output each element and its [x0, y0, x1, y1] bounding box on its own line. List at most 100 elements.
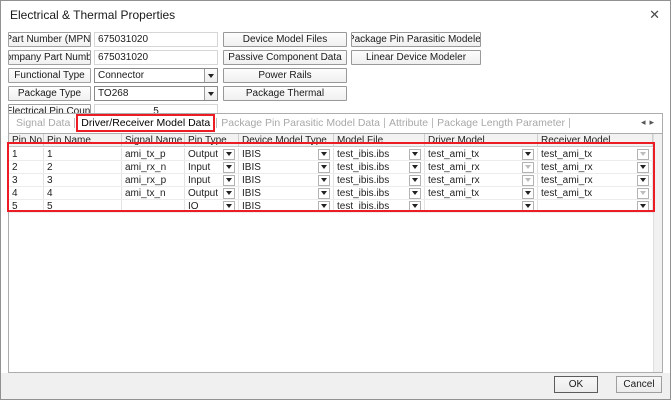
tab-package-pin-parasitic-model-data[interactable]: Package Pin Parasitic Model Data [217, 117, 384, 129]
tab-package-length-parameter[interactable]: Package Length Parameter [433, 117, 569, 129]
chevron-down-icon[interactable] [223, 188, 235, 199]
ok-button[interactable]: OK [554, 376, 598, 393]
tab-attribute[interactable]: Attribute [385, 117, 432, 129]
tab-driver-receiver-model-data[interactable]: Driver/Receiver Model Data [76, 114, 215, 132]
power-rails-button[interactable]: Power Rails [223, 68, 347, 83]
electrical-thermal-properties-dialog: Electrical & Thermal Properties ✕ Part N… [0, 0, 671, 400]
tab-strip: Signal DataDriver/Receiver Model DataPac… [9, 114, 662, 132]
tab-panel: Pin NoPin NameSignal NamePin TypeDevice … [9, 133, 662, 372]
cell-pin-no-text: 4 [12, 188, 40, 199]
column-header-driver-model[interactable]: Driver Model [425, 134, 538, 146]
cell-model-file[interactable]: test_ibis.ibs [334, 148, 425, 160]
cell-device-model-type[interactable]: IBIS [239, 174, 334, 186]
chevron-down-icon[interactable] [522, 201, 534, 212]
cell-pin-type[interactable]: Input [185, 161, 239, 173]
chevron-down-icon[interactable] [204, 87, 217, 100]
cell-driver-model[interactable]: test_ami_rx [425, 161, 538, 173]
column-header-signal-name[interactable]: Signal Name [122, 134, 185, 146]
cell-device-model-type[interactable]: IBIS [239, 200, 334, 212]
cell-device-model-type-text: IBIS [242, 201, 316, 212]
cell-driver-model[interactable] [425, 200, 538, 212]
cell-receiver-model[interactable]: test_ami_tx [538, 187, 653, 199]
chevron-down-icon[interactable] [223, 162, 235, 173]
company-part-number-label: Company Part Number [8, 50, 91, 65]
cell-pin-name-text: 4 [47, 188, 118, 199]
package-type-select[interactable]: TO268 [94, 86, 218, 101]
chevron-down-icon[interactable] [409, 201, 421, 212]
cell-pin-no: 4 [9, 187, 44, 199]
chevron-down-icon [522, 175, 534, 186]
chevron-down-icon[interactable] [409, 188, 421, 199]
cell-model-file[interactable]: test_ibis.ibs [334, 200, 425, 212]
chevron-down-icon[interactable] [223, 201, 235, 212]
close-icon[interactable]: ✕ [649, 7, 660, 22]
cell-driver-model[interactable]: test_ami_rx [425, 174, 538, 186]
chevron-down-icon[interactable] [318, 188, 330, 199]
cell-pin-type-text: Input [188, 162, 221, 173]
footer-bar: OK Cancel [1, 373, 670, 400]
linear-device-modeler-button[interactable]: Linear Device Modeler [351, 50, 481, 65]
package-pin-parasitic-modeler-button[interactable]: Package Pin Parasitic Modeler [351, 32, 481, 47]
cell-pin-name: 1 [44, 148, 122, 160]
chevron-down-icon[interactable] [223, 175, 235, 186]
cell-signal-name-text: ami_tx_p [125, 149, 181, 160]
cell-pin-type[interactable]: IO [185, 200, 239, 212]
part-number-field[interactable]: 675031020 [94, 32, 218, 47]
column-header-pin-type[interactable]: Pin Type [185, 134, 239, 146]
functional-type-select[interactable]: Connector [94, 68, 218, 83]
cell-model-file[interactable]: test_ibis.ibs [334, 174, 425, 186]
chevron-down-icon[interactable] [637, 175, 649, 186]
cell-receiver-model[interactable]: test_ami_rx [538, 161, 653, 173]
cell-pin-name-text: 3 [47, 175, 118, 186]
table-row: 55IOIBIStest_ibis.ibs [9, 200, 653, 213]
column-header-receiver-model[interactable]: Receiver Model [538, 134, 653, 146]
chevron-down-icon[interactable] [204, 69, 217, 82]
cell-model-file[interactable]: test_ibis.ibs [334, 187, 425, 199]
column-header-model-file[interactable]: Model File [334, 134, 425, 146]
cell-receiver-model[interactable]: test_ami_rx [538, 174, 653, 186]
chevron-down-icon[interactable] [223, 149, 235, 160]
column-header-pin-name[interactable]: Pin Name [44, 134, 122, 146]
chevron-down-icon[interactable] [637, 162, 649, 173]
column-header-pin-no[interactable]: Pin No [9, 134, 44, 146]
chevron-down-icon[interactable] [318, 175, 330, 186]
passive-component-data-button[interactable]: Passive Component Data [223, 50, 347, 65]
cell-pin-no: 2 [9, 161, 44, 173]
chevron-down-icon[interactable] [318, 162, 330, 173]
cell-device-model-type[interactable]: IBIS [239, 148, 334, 160]
tab-scroll-arrows[interactable]: ◂▸ [641, 117, 658, 128]
table-vertical-scrollbar[interactable] [653, 134, 662, 372]
tab-signal-data[interactable]: Signal Data [12, 117, 74, 129]
device-model-files-button[interactable]: Device Model Files [223, 32, 347, 47]
cell-pin-type[interactable]: Input [185, 174, 239, 186]
cell-signal-name: ami_tx_n [122, 187, 185, 199]
cell-device-model-type[interactable]: IBIS [239, 187, 334, 199]
cell-driver-model[interactable]: test_ami_tx [425, 187, 538, 199]
tab-scroll-right-icon[interactable]: ▸ [649, 117, 658, 127]
chevron-down-icon[interactable] [318, 201, 330, 212]
cell-pin-type[interactable]: Output [185, 187, 239, 199]
chevron-down-icon[interactable] [318, 149, 330, 160]
company-part-number-field[interactable]: 675031020 [94, 50, 218, 65]
cancel-button[interactable]: Cancel [616, 376, 662, 393]
tab-separator [569, 118, 570, 128]
column-header-device-model-type[interactable]: Device Model Type [239, 134, 334, 146]
cell-pin-no-text: 3 [12, 175, 40, 186]
chevron-down-icon[interactable] [522, 149, 534, 160]
cell-signal-name-text: ami_tx_n [125, 188, 181, 199]
chevron-down-icon[interactable] [409, 149, 421, 160]
chevron-down-icon [637, 188, 649, 199]
cell-driver-model[interactable]: test_ami_tx [425, 148, 538, 160]
tab-separator [74, 118, 75, 128]
cell-receiver-model[interactable] [538, 200, 653, 212]
cell-receiver-model[interactable]: test_ami_tx [538, 148, 653, 160]
cell-pin-type[interactable]: Output [185, 148, 239, 160]
cell-pin-no-text: 2 [12, 162, 40, 173]
cell-device-model-type[interactable]: IBIS [239, 161, 334, 173]
package-thermal-button[interactable]: Package Thermal [223, 86, 347, 101]
chevron-down-icon[interactable] [409, 175, 421, 186]
cell-model-file[interactable]: test_ibis.ibs [334, 161, 425, 173]
chevron-down-icon[interactable] [637, 201, 649, 212]
chevron-down-icon[interactable] [522, 188, 534, 199]
chevron-down-icon[interactable] [409, 162, 421, 173]
